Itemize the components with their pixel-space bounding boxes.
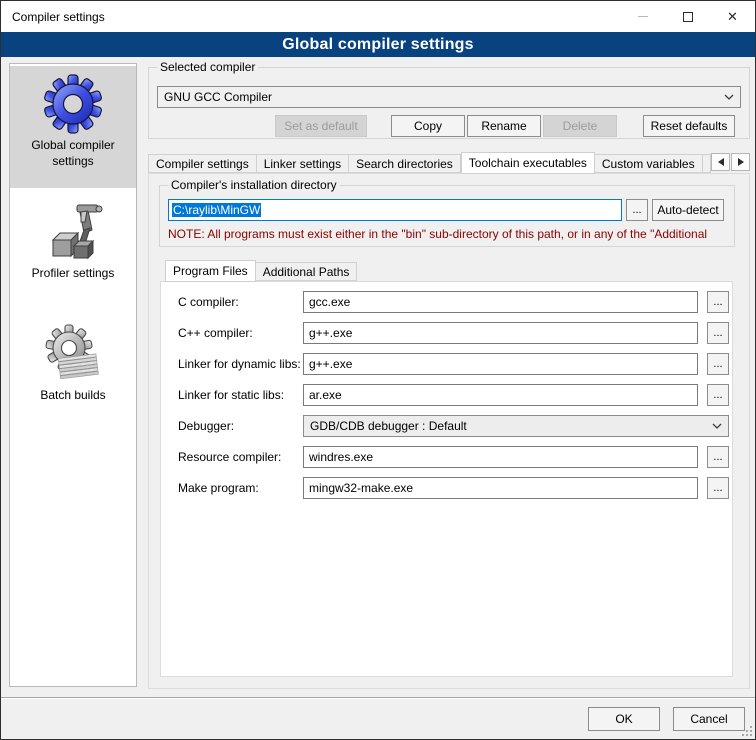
field-label: Linker for static libs:: [178, 388, 303, 402]
tab-compiler-settings[interactable]: Compiler settings: [148, 154, 257, 173]
close-button[interactable]: ✕: [710, 1, 755, 32]
gray-gear-stack-icon: [41, 322, 105, 386]
debugger-select[interactable]: GDB/CDB debugger : Default: [303, 415, 729, 437]
titlebar: Compiler settings ✕: [1, 1, 755, 32]
field-value: g++.exe: [309, 357, 352, 371]
installation-note: NOTE: All programs must exist either in …: [168, 227, 732, 241]
programs-tabstrip: Program Files Additional Paths: [165, 259, 357, 281]
ok-button[interactable]: OK: [588, 707, 660, 731]
tab-scroll-left-button[interactable]: [711, 153, 730, 171]
settings-category-list: Global compiler settings: [9, 63, 137, 687]
installation-directory-legend: Compiler's installation directory: [168, 178, 340, 192]
make-program-input[interactable]: mingw32-make.exe: [303, 477, 698, 499]
field-label: Make program:: [178, 481, 303, 495]
program-row-resource-compiler: Resource compiler: windres.exe ...: [178, 446, 729, 468]
sidebar-item-global-compiler-settings[interactable]: Global compiler settings: [10, 66, 136, 188]
chevron-down-icon: [724, 94, 734, 100]
field-value: mingw32-make.exe: [309, 481, 413, 495]
selected-compiler-legend: Selected compiler: [157, 60, 258, 74]
debugger-select-value: GDB/CDB debugger : Default: [310, 419, 467, 433]
footer-buttons: OK Cancel: [588, 707, 745, 731]
arrow-right-icon: [738, 158, 744, 166]
field-label: Resource compiler:: [178, 450, 303, 464]
copy-button[interactable]: Copy: [391, 115, 465, 137]
tab-toolchain-executables[interactable]: Toolchain executables: [461, 152, 595, 174]
tab-additional-paths[interactable]: Additional Paths: [256, 262, 358, 281]
program-row-static-linker: Linker for static libs: ar.exe ...: [178, 384, 729, 406]
installation-directory-value: C:\raylib\MinGW: [172, 203, 261, 217]
c-compiler-browse-button[interactable]: ...: [707, 291, 729, 313]
caption-buttons: ✕: [620, 1, 755, 32]
close-icon: ✕: [727, 10, 738, 23]
field-value: windres.exe: [309, 450, 373, 464]
program-files-page: C compiler: gcc.exe ... C++ compiler: g+…: [160, 281, 733, 677]
compiler-select[interactable]: GNU GCC Compiler: [157, 86, 741, 108]
minimize-button[interactable]: [620, 1, 665, 32]
set-as-default-button[interactable]: Set as default: [275, 115, 367, 137]
tab-program-files[interactable]: Program Files: [165, 260, 256, 282]
dynamic-linker-input[interactable]: g++.exe: [303, 353, 698, 375]
installation-directory-input[interactable]: C:\raylib\MinGW: [168, 199, 622, 221]
resource-compiler-browse-button[interactable]: ...: [707, 446, 729, 468]
maximize-button[interactable]: [665, 1, 710, 32]
resource-compiler-input[interactable]: windres.exe: [303, 446, 698, 468]
cpp-compiler-input[interactable]: g++.exe: [303, 322, 698, 344]
settings-tabstrip: Compiler settings Linker settings Search…: [148, 151, 750, 173]
delete-button[interactable]: Delete: [543, 115, 617, 137]
cancel-button[interactable]: Cancel: [673, 707, 745, 731]
dialog-footer: OK Cancel: [1, 697, 755, 739]
field-label: Linker for dynamic libs:: [178, 357, 303, 371]
make-program-browse-button[interactable]: ...: [707, 477, 729, 499]
installation-directory-row: C:\raylib\MinGW ... Auto-detect: [168, 199, 724, 221]
c-compiler-input[interactable]: gcc.exe: [303, 291, 698, 313]
field-label: Debugger:: [178, 419, 303, 433]
field-value: ar.exe: [309, 388, 342, 402]
sidebar-item-batch-builds[interactable]: Batch builds: [10, 310, 136, 432]
program-row-c-compiler: C compiler: gcc.exe ...: [178, 291, 729, 313]
rename-button[interactable]: Rename: [467, 115, 541, 137]
tab-linker-settings[interactable]: Linker settings: [257, 154, 349, 173]
window-title: Compiler settings: [12, 10, 105, 24]
minimize-icon: [638, 16, 648, 17]
selected-compiler-group: Selected compiler GNU GCC Compiler Set a…: [148, 67, 750, 139]
toolchain-executables-page: Compiler's installation directory C:\ray…: [148, 173, 750, 689]
program-row-dynamic-linker: Linker for dynamic libs: g++.exe ...: [178, 353, 729, 375]
cpp-compiler-browse-button[interactable]: ...: [707, 322, 729, 344]
compiler-select-value: GNU GCC Compiler: [164, 90, 272, 104]
field-label: C compiler:: [178, 295, 303, 309]
field-value: gcc.exe: [309, 295, 350, 309]
program-row-cpp-compiler: C++ compiler: g++.exe ...: [178, 322, 729, 344]
installation-directory-group: Compiler's installation directory C:\ray…: [159, 185, 735, 247]
sidebar-item-label: Batch builds: [21, 388, 125, 404]
installation-directory-browse-button[interactable]: ...: [626, 199, 648, 221]
tab-scroll-buttons: [711, 153, 750, 171]
dynamic-linker-browse-button[interactable]: ...: [707, 353, 729, 375]
compiler-buttons-row: Set as default Copy Rename Delete Reset …: [157, 115, 735, 137]
tab-scroll-right-button[interactable]: [731, 153, 750, 171]
sidebar-item-profiler-settings[interactable]: Profiler settings: [10, 188, 136, 310]
page-title: Global compiler settings: [282, 36, 474, 54]
static-linker-browse-button[interactable]: ...: [707, 384, 729, 406]
compiler-settings-dialog: Compiler settings ✕ Global compiler sett…: [0, 0, 756, 740]
caliper-blocks-icon: [41, 200, 105, 264]
field-label: C++ compiler:: [178, 326, 303, 340]
chevron-down-icon: [712, 423, 722, 429]
tab-build-options[interactable]: Build options: [703, 154, 711, 173]
sidebar-item-label: Global compiler settings: [21, 138, 125, 169]
tab-search-directories[interactable]: Search directories: [349, 154, 461, 173]
auto-detect-button[interactable]: Auto-detect: [652, 199, 724, 221]
maximize-icon: [683, 12, 693, 22]
sidebar-item-label: Profiler settings: [21, 266, 125, 282]
reset-defaults-button[interactable]: Reset defaults: [643, 115, 735, 137]
arrow-left-icon: [718, 158, 724, 166]
dialog-body: Global compiler settings: [1, 57, 755, 699]
static-linker-input[interactable]: ar.exe: [303, 384, 698, 406]
program-row-make-program: Make program: mingw32-make.exe ...: [178, 477, 729, 499]
field-value: g++.exe: [309, 326, 352, 340]
resize-grip[interactable]: [742, 726, 753, 737]
header-banner: Global compiler settings: [1, 32, 755, 57]
program-row-debugger: Debugger: GDB/CDB debugger : Default: [178, 415, 729, 437]
tab-custom-variables[interactable]: Custom variables: [595, 154, 703, 173]
blue-gear-icon: [41, 72, 105, 136]
